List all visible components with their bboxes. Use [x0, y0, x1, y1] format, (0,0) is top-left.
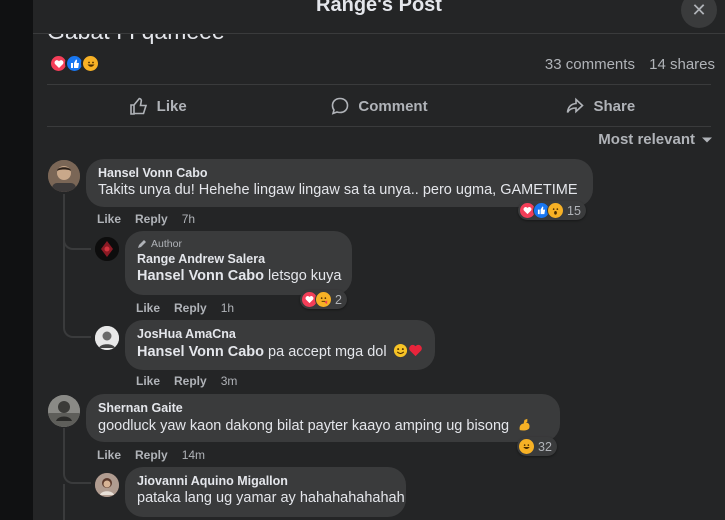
- reaction-count: 15: [567, 203, 581, 218]
- reply-time[interactable]: 3m: [221, 374, 238, 388]
- mention-link[interactable]: Hansel Vonn Cabo: [137, 344, 264, 360]
- divider: [47, 126, 711, 127]
- author-label: Author: [151, 238, 182, 250]
- comments-count[interactable]: 33 comments: [545, 56, 635, 73]
- comment-like-link[interactable]: Like: [97, 448, 121, 462]
- reply-time[interactable]: 1h: [221, 301, 234, 315]
- reply-body: pa accept mga dol: [264, 344, 387, 360]
- reply-reply-link[interactable]: Reply: [174, 301, 207, 315]
- like-button[interactable]: Like: [47, 86, 268, 126]
- comment-text: goodluck yaw kaon dakong bilat payter ka…: [98, 417, 548, 434]
- reply-bubble: Author Range Andrew Salera Hansel Vonn C…: [125, 231, 352, 295]
- comment-body: goodluck yaw kaon dakong bilat payter ka…: [98, 418, 510, 434]
- commenter-name[interactable]: Jiovanni Aquino Migallon: [137, 474, 394, 488]
- author-badge: Author: [137, 238, 340, 250]
- thread-connector: [63, 230, 91, 250]
- reply-text: Hansel Vonn Cabo pa accept mga dol: [137, 343, 423, 360]
- pen-icon: [138, 240, 146, 248]
- thumbs-up-icon: [129, 97, 147, 115]
- close-icon: ✕: [691, 0, 707, 20]
- comment-text: Takits unya du! Hehehe lingaw lingaw sa …: [98, 182, 578, 198]
- close-button[interactable]: ✕: [681, 0, 717, 28]
- thread-connector: [63, 428, 91, 484]
- share-label: Share: [593, 97, 636, 115]
- comment-reaction-badge[interactable]: 32: [517, 437, 557, 456]
- sort-dropdown[interactable]: Most relevant: [598, 131, 713, 148]
- reply-text: pataka lang ug yamar ay hahahahahahah: [137, 490, 405, 506]
- post-modal: Range's Post ✕ Gabat I I qameee 33 comme…: [33, 0, 725, 520]
- caret-down-icon: [702, 137, 712, 142]
- reply-reply-link[interactable]: Reply: [174, 374, 207, 388]
- reaction-count: 32: [538, 439, 552, 454]
- smile-emoji-icon: [393, 343, 407, 358]
- comment-time[interactable]: 7h: [182, 212, 195, 226]
- post-reactions[interactable]: [49, 54, 100, 73]
- mention-link[interactable]: Hansel Vonn Cabo: [137, 268, 264, 284]
- comment-time[interactable]: 14m: [182, 448, 205, 462]
- wow-reaction-icon: [547, 202, 564, 219]
- comment-actions: Like Reply 7h: [97, 212, 195, 226]
- comment-label: Comment: [358, 97, 428, 115]
- comment-reply-link[interactable]: Reply: [135, 448, 168, 462]
- avatar[interactable]: [48, 395, 80, 427]
- reply-bubble: JosHua AmaCna Hansel Vonn Cabo pa accept…: [125, 320, 435, 370]
- modal-title: Range's Post: [316, 0, 442, 16]
- engagement-counts: 33 comments 14 shares: [535, 56, 715, 73]
- reply-actions: Like Reply 1h: [136, 301, 234, 315]
- care-reaction-icon: [315, 291, 332, 308]
- sort-label: Most relevant: [598, 131, 695, 148]
- haha-reaction-icon: [518, 438, 535, 455]
- divider: [47, 84, 711, 85]
- reply-text: Hansel Vonn Cabo letsgo kuya: [137, 268, 342, 284]
- commenter-name[interactable]: Shernan Gaite: [98, 401, 548, 415]
- commenter-name[interactable]: Hansel Vonn Cabo: [98, 166, 581, 180]
- avatar[interactable]: [95, 326, 119, 350]
- share-button[interactable]: Share: [490, 86, 711, 126]
- shares-count[interactable]: 14 shares: [649, 56, 715, 73]
- comment-bubble: Shernan Gaite goodluck yaw kaon dakong b…: [86, 394, 560, 442]
- reply-like-link[interactable]: Like: [136, 374, 160, 388]
- avatar[interactable]: [48, 160, 80, 192]
- commenter-name[interactable]: JosHua AmaCna: [137, 327, 423, 341]
- comment-bubble: Hansel Vonn Cabo Takits unya du! Hehehe …: [86, 159, 593, 207]
- modal-header: Range's Post ✕: [33, 0, 725, 34]
- thread-connector: [63, 250, 91, 338]
- red-heart-emoji-icon: [408, 344, 422, 357]
- reply-bubble: Jiovanni Aquino Migallon pataka lang ug …: [125, 467, 406, 517]
- comment-button[interactable]: Comment: [268, 86, 489, 126]
- comment-reply-link[interactable]: Reply: [135, 212, 168, 226]
- like-label: Like: [156, 97, 187, 115]
- reaction-count: 2: [335, 292, 342, 307]
- comment-icon: [332, 97, 349, 115]
- reply-actions: Like Reply 3m: [136, 374, 237, 388]
- comment-actions: Like Reply 14m: [97, 448, 205, 462]
- flexed-biceps-emoji-icon: [519, 418, 530, 431]
- avatar[interactable]: [95, 237, 119, 261]
- reply-reaction-badge[interactable]: 2: [300, 290, 347, 309]
- share-icon: [567, 97, 585, 114]
- page-backdrop: [0, 0, 33, 520]
- post-actions: Like Comment Share: [47, 86, 711, 126]
- commenter-name[interactable]: Range Andrew Salera: [137, 252, 340, 266]
- comment-reaction-badge[interactable]: 15: [518, 201, 586, 220]
- thread-line: [63, 484, 65, 520]
- reply-like-link[interactable]: Like: [136, 301, 160, 315]
- reply-body: letsgo kuya: [264, 268, 342, 284]
- comment-like-link[interactable]: Like: [97, 212, 121, 226]
- haha-reaction-icon: [81, 54, 100, 73]
- avatar[interactable]: [95, 473, 119, 497]
